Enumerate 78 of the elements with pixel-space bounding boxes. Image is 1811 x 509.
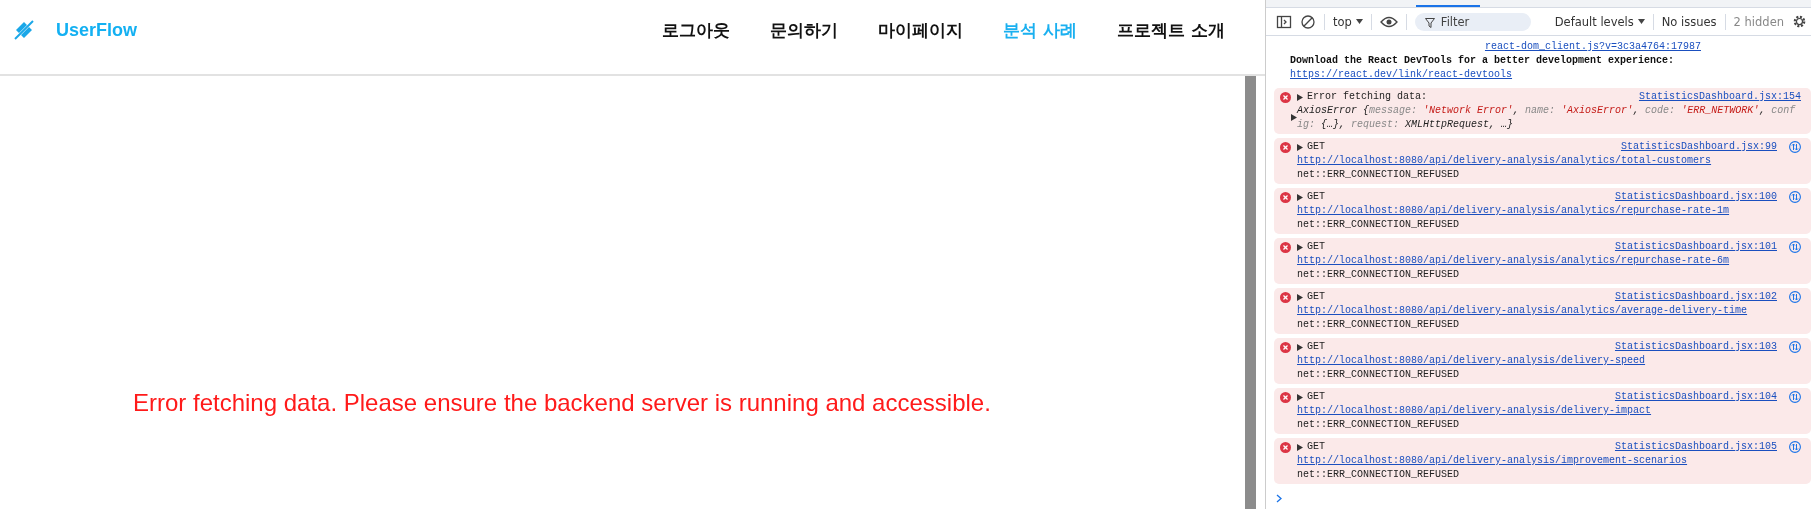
request-method: GET [1307, 440, 1325, 454]
url-link[interactable]: http://localhost:8080/api/delivery-analysis/analytics/repurchase-rate-1m [1297, 205, 1730, 216]
source-link[interactable]: StatisticsDashboard.jsx:103 [1614, 340, 1777, 354]
request-method: GET [1307, 140, 1325, 154]
settings-icon[interactable] [1792, 14, 1807, 29]
request-method: GET [1307, 340, 1325, 354]
link-icon [12, 18, 36, 42]
error-icon [1280, 342, 1291, 353]
console-message: Download the React DevTools for a better development experience: [1290, 54, 1676, 68]
request-method: GET [1307, 390, 1325, 404]
nav-link[interactable]: 마이페이지 [878, 18, 964, 42]
network-icon[interactable] [1789, 291, 1801, 303]
expand-icon[interactable] [1297, 243, 1303, 251]
error-text: net::ERR_CONNECTION_REFUSED [1297, 318, 1461, 332]
network-icon[interactable] [1789, 391, 1801, 403]
error-icon [1280, 142, 1291, 153]
expand-icon[interactable] [1297, 393, 1303, 401]
error-text: net::ERR_CONNECTION_REFUSED [1297, 168, 1461, 182]
source-link[interactable]: StatisticsDashboard.jsx:99 [1620, 140, 1777, 154]
url-link[interactable]: http://localhost:8080/api/delivery-analysis/analytics/total-customers [1297, 155, 1712, 166]
error-icon [1280, 92, 1291, 103]
error-text: net::ERR_CONNECTION_REFUSED [1297, 218, 1461, 232]
error-icon [1280, 292, 1291, 303]
expand-icon[interactable] [1291, 114, 1297, 121]
nav-link[interactable]: 문의하기 [770, 18, 839, 42]
request-method: GET [1307, 290, 1325, 304]
network-icon[interactable] [1789, 241, 1801, 253]
object-preview[interactable]: AxiosError {message: 'Network Error', name: 'AxiosError', code: 'ERR_NETWORK', config: {…}, request: XMLHttpRequest, …} [1297, 104, 1801, 132]
url-link[interactable]: http://localhost:8080/api/delivery-analysis/analytics/average-delivery-time [1297, 305, 1748, 316]
error-icon [1280, 242, 1291, 253]
prompt-icon[interactable] [1276, 494, 1282, 503]
source-link[interactable]: StatisticsDashboard.jsx:102 [1614, 290, 1777, 304]
caret-icon [1355, 19, 1363, 24]
error-text: net::ERR_CONNECTION_REFUSED [1297, 418, 1461, 432]
error-icon [1280, 442, 1291, 453]
nav-link[interactable]: 프로젝트 소개 [1117, 18, 1225, 42]
expand-icon[interactable] [1297, 443, 1303, 451]
error-icon [1280, 192, 1291, 203]
filter-field[interactable]: Filter [1414, 12, 1531, 31]
console-message: Error fetching data: [1307, 90, 1428, 104]
scrollbar[interactable] [1245, 76, 1256, 509]
network-icon[interactable] [1789, 141, 1801, 153]
source-link[interactable]: StatisticsDashboard.jsx:104 [1614, 390, 1777, 404]
expand-icon[interactable] [1297, 143, 1303, 151]
network-icon[interactable] [1789, 191, 1801, 203]
url-link[interactable]: http://localhost:8080/api/delivery-analysis/delivery-speed [1297, 355, 1646, 366]
expand-icon[interactable] [1297, 93, 1303, 101]
eye-icon[interactable] [1379, 15, 1398, 28]
url-link[interactable]: http://localhost:8080/api/delivery-analysis/analytics/repurchase-rate-6m [1297, 255, 1730, 266]
issues-button[interactable]: No issues [1661, 14, 1717, 29]
error-text: net::ERR_CONNECTION_REFUSED [1297, 368, 1461, 382]
expand-icon[interactable] [1297, 193, 1303, 201]
network-icon[interactable] [1789, 441, 1801, 453]
source-link[interactable]: react-dom_client.js?v=3c3a4764:17987 [1484, 41, 1701, 52]
hidden-count: 2 hidden [1733, 14, 1784, 29]
expand-icon[interactable] [1297, 293, 1303, 301]
context-dropdown[interactable]: top [1333, 14, 1363, 29]
source-link[interactable]: StatisticsDashboard.jsx:105 [1614, 440, 1777, 454]
expand-icon[interactable] [1297, 343, 1303, 351]
network-icon[interactable] [1789, 341, 1801, 353]
nav-link[interactable]: 로그아웃 [662, 18, 731, 42]
error-text: net::ERR_CONNECTION_REFUSED [1297, 468, 1461, 482]
url-link[interactable]: https://react.dev/link/react-devtools [1290, 69, 1513, 80]
error-icon [1280, 392, 1291, 403]
url-link[interactable]: http://localhost:8080/api/delivery-analysis/delivery-impact [1297, 405, 1652, 416]
source-link[interactable]: StatisticsDashboard.jsx:101 [1614, 240, 1777, 254]
request-method: GET [1307, 190, 1325, 204]
sidebar-icon[interactable] [1276, 13, 1292, 30]
filter-icon [1424, 17, 1435, 28]
source-link[interactable]: StatisticsDashboard.jsx:154 [1638, 90, 1801, 104]
request-method: GET [1307, 240, 1325, 254]
url-link[interactable]: http://localhost:8080/api/delivery-analysis/improvement-scenarios [1297, 455, 1688, 466]
error-text: net::ERR_CONNECTION_REFUSED [1297, 268, 1461, 282]
caret-icon [1637, 19, 1645, 24]
clear-icon[interactable] [1300, 13, 1316, 30]
source-link[interactable]: StatisticsDashboard.jsx:100 [1614, 190, 1777, 204]
error-message: Error fetching data. Please ensure the backend server is running and accessible. [133, 388, 991, 417]
levels-dropdown[interactable]: Default levels [1554, 14, 1645, 29]
